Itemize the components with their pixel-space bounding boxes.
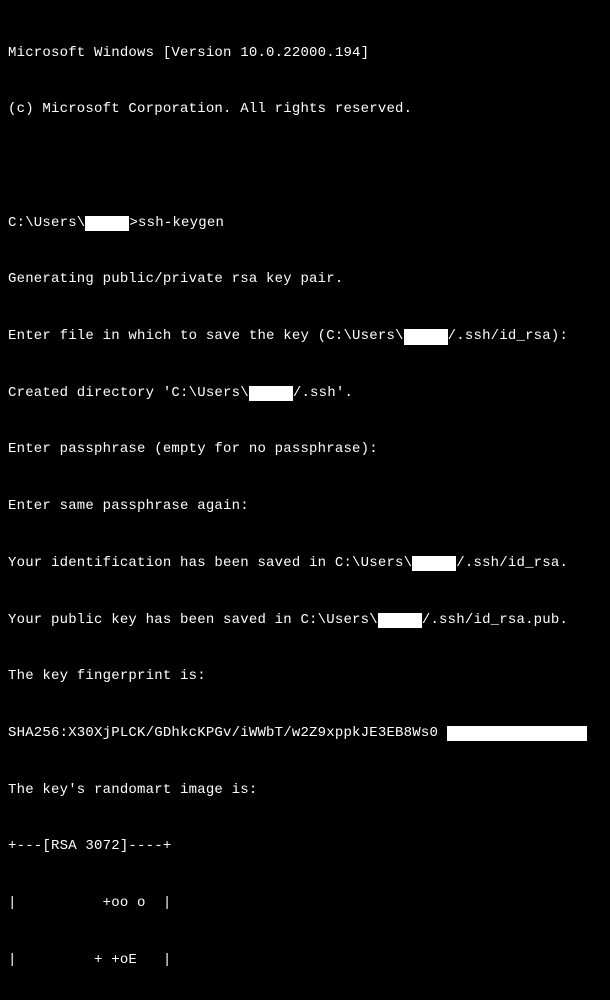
fingerprint-line: SHA256:X30XjPLCK/GDhkcKPGv/iWWbT/w2Z9xpp…: [8, 724, 602, 743]
blank-line: [8, 157, 602, 176]
randomart-label-line: The key's randomart image is:: [8, 781, 602, 800]
command-line: C:\Users\ >ssh-keygen: [8, 214, 602, 233]
identification-saved-line: Your identification has been saved in C:…: [8, 554, 602, 573]
windows-version-line: Microsoft Windows [Version 10.0.22000.19…: [8, 44, 602, 63]
fingerprint-label-line: The key fingerprint is:: [8, 667, 602, 686]
randomart-line: +---[RSA 3072]----+: [8, 837, 602, 856]
prompt-prefix: C:\Users\: [8, 214, 85, 233]
redacted-username: [249, 386, 293, 401]
redacted-username: [378, 613, 422, 628]
redacted-hostname: [447, 726, 587, 741]
public-key-saved-line: Your public key has been saved in C:\Use…: [8, 611, 602, 630]
created-dir-line: Created directory 'C:\Users\/.ssh'.: [8, 384, 602, 403]
redacted-username: [85, 216, 129, 231]
generating-line: Generating public/private rsa key pair.: [8, 270, 602, 289]
redacted-username: [412, 556, 456, 571]
randomart-line: | +oo o |: [8, 894, 602, 913]
typed-command: ssh-keygen: [138, 214, 224, 233]
enter-file-line: Enter file in which to save the key (C:\…: [8, 327, 602, 346]
randomart-line: | + +oE |: [8, 951, 602, 970]
redacted-username: [404, 329, 448, 344]
prompt-suffix: >: [129, 214, 138, 233]
passphrase-line-1: Enter passphrase (empty for no passphras…: [8, 440, 602, 459]
copyright-line: (c) Microsoft Corporation. All rights re…: [8, 100, 602, 119]
terminal-output[interactable]: Microsoft Windows [Version 10.0.22000.19…: [8, 6, 602, 1000]
